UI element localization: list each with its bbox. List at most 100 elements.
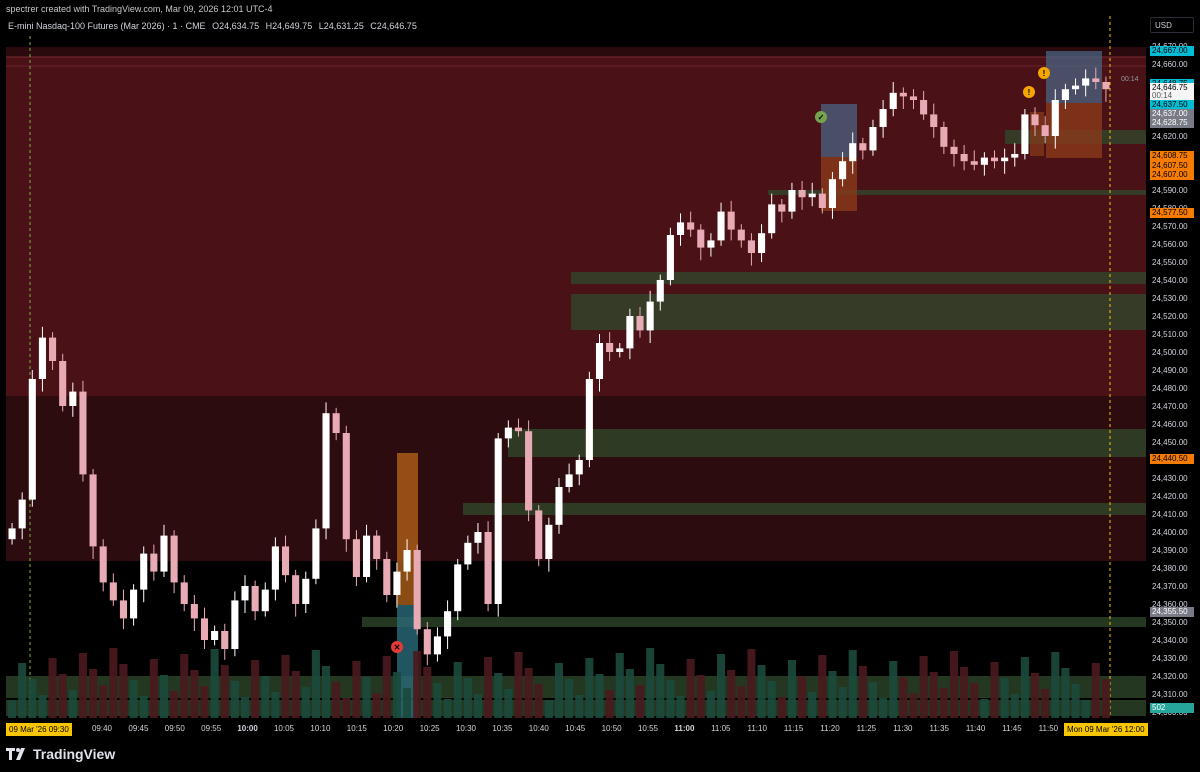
candle-body — [271, 546, 279, 590]
volume-bar — [8, 700, 17, 718]
volume-bar — [58, 674, 67, 718]
volume-bar — [605, 690, 614, 718]
candle-body — [606, 343, 614, 352]
price-tick-label: 24,620.00 — [1152, 132, 1188, 141]
warning-icon-glyph: ! — [1028, 88, 1031, 97]
price-tick-label: 24,410.00 — [1152, 510, 1188, 519]
volume-bar — [990, 662, 999, 718]
candle-body — [656, 280, 664, 302]
candle-body — [879, 109, 887, 127]
volume-bar — [970, 683, 979, 718]
price-tick-label: 24,460.00 — [1152, 420, 1188, 429]
fvg-zone — [508, 429, 1146, 457]
volume-bar — [1061, 668, 1070, 718]
volume-bar — [423, 667, 432, 718]
candle-body — [616, 348, 624, 352]
candle-body — [545, 524, 553, 559]
symbol-name[interactable]: E-mini Nasdaq-100 Futures (Mar 2026) · 1… — [8, 21, 206, 31]
candle-body — [839, 161, 847, 180]
price-tick-label: 24,420.00 — [1152, 492, 1188, 501]
price-tick-label: 24,530.00 — [1152, 294, 1188, 303]
candle-body — [889, 92, 897, 109]
candle-body — [444, 611, 452, 637]
price-badge: 24,667.00 — [1150, 46, 1194, 57]
time-axis[interactable]: 09 Mar '26 09:30 09:40 09:45 09:50 09:55 10:0… — [0, 720, 1148, 738]
price-chart[interactable]: ✓!! ✕ — [0, 0, 1200, 772]
candle-body — [8, 528, 16, 540]
candle-body — [69, 391, 77, 406]
candle-body — [585, 379, 593, 460]
candle-body — [788, 190, 796, 212]
candle-body — [109, 582, 117, 601]
volume-bar — [544, 700, 553, 718]
candle-body — [1092, 78, 1100, 82]
time-tick-label: 11:20 — [820, 724, 840, 733]
currency-selector[interactable]: USD — [1150, 17, 1194, 33]
price-tick-label: 24,490.00 — [1152, 366, 1188, 375]
volume-bar — [443, 699, 452, 718]
candle-body — [565, 474, 573, 487]
volume-bar — [1020, 657, 1029, 718]
volume-bar — [706, 691, 715, 718]
candle-body — [160, 535, 168, 572]
volume-bar — [220, 665, 229, 718]
price-tick-label: 24,540.00 — [1152, 276, 1188, 285]
volume-bar — [808, 692, 817, 718]
candle-body — [555, 487, 563, 525]
volume-bar — [291, 671, 300, 718]
attribution-bar: spectrer created with TradingView.com, M… — [0, 0, 1200, 18]
volume-bar — [514, 652, 523, 718]
volume-bar — [433, 683, 442, 718]
volume-bar — [858, 666, 867, 718]
candle-body — [261, 589, 269, 612]
candle-body — [454, 564, 462, 612]
volume-bar — [524, 668, 533, 718]
volume-bar — [838, 687, 847, 718]
zone-top — [6, 47, 1146, 57]
volume-bar — [382, 656, 391, 718]
candle-body — [140, 553, 148, 590]
volume-bar — [18, 663, 27, 718]
candle-body — [79, 391, 87, 475]
time-tick-label: 09:55 — [201, 724, 222, 733]
volume-bar — [625, 669, 634, 718]
volume-bar — [565, 679, 574, 718]
volume-bar — [484, 657, 493, 718]
volume-bar — [777, 697, 786, 718]
price-tick-label: 24,510.00 — [1152, 330, 1188, 339]
candle-body — [595, 343, 604, 379]
price-tick-label: 24,560.00 — [1152, 240, 1188, 249]
volume-bar — [48, 658, 57, 718]
volume-bar — [646, 648, 655, 718]
volume-bar — [686, 659, 695, 718]
price-tick-label: 24,470.00 — [1152, 402, 1188, 411]
candle-body — [352, 539, 360, 577]
volume-bar — [1101, 679, 1110, 718]
tradingview-logo-icon — [6, 748, 25, 760]
time-tick-label: 11:10 — [747, 724, 767, 733]
volume-bar — [534, 684, 543, 718]
candle-body — [737, 229, 745, 241]
volume-bar — [504, 689, 513, 718]
volume-bar — [1000, 678, 1009, 718]
candle-body — [717, 211, 725, 241]
candle-body — [119, 600, 128, 619]
volume-bar — [635, 685, 645, 718]
time-tick-label: 10:25 — [419, 724, 440, 733]
volume-bar — [392, 672, 401, 718]
time-start-badge: 09 Mar '26 09:30 — [6, 723, 72, 736]
volume-bar — [473, 694, 483, 718]
candle-body — [747, 240, 755, 253]
price-badge: 24,355.50 — [1150, 607, 1194, 618]
price-tick-label: 24,370.00 — [1152, 582, 1188, 591]
candle-body — [393, 571, 401, 595]
tradingview-logo[interactable]: TradingView — [6, 746, 115, 762]
price-tick-label: 24,500.00 — [1152, 348, 1188, 357]
volume-bar — [301, 687, 310, 718]
time-tick-label: 11:00 — [674, 724, 695, 733]
volume-bar — [139, 696, 148, 718]
candle-body — [676, 222, 685, 235]
price-badge: 24,607.00 — [1150, 170, 1194, 181]
symbol-legend[interactable]: E-mini Nasdaq-100 Futures (Mar 2026) · 1… — [8, 19, 421, 33]
candle-body — [1102, 82, 1110, 90]
